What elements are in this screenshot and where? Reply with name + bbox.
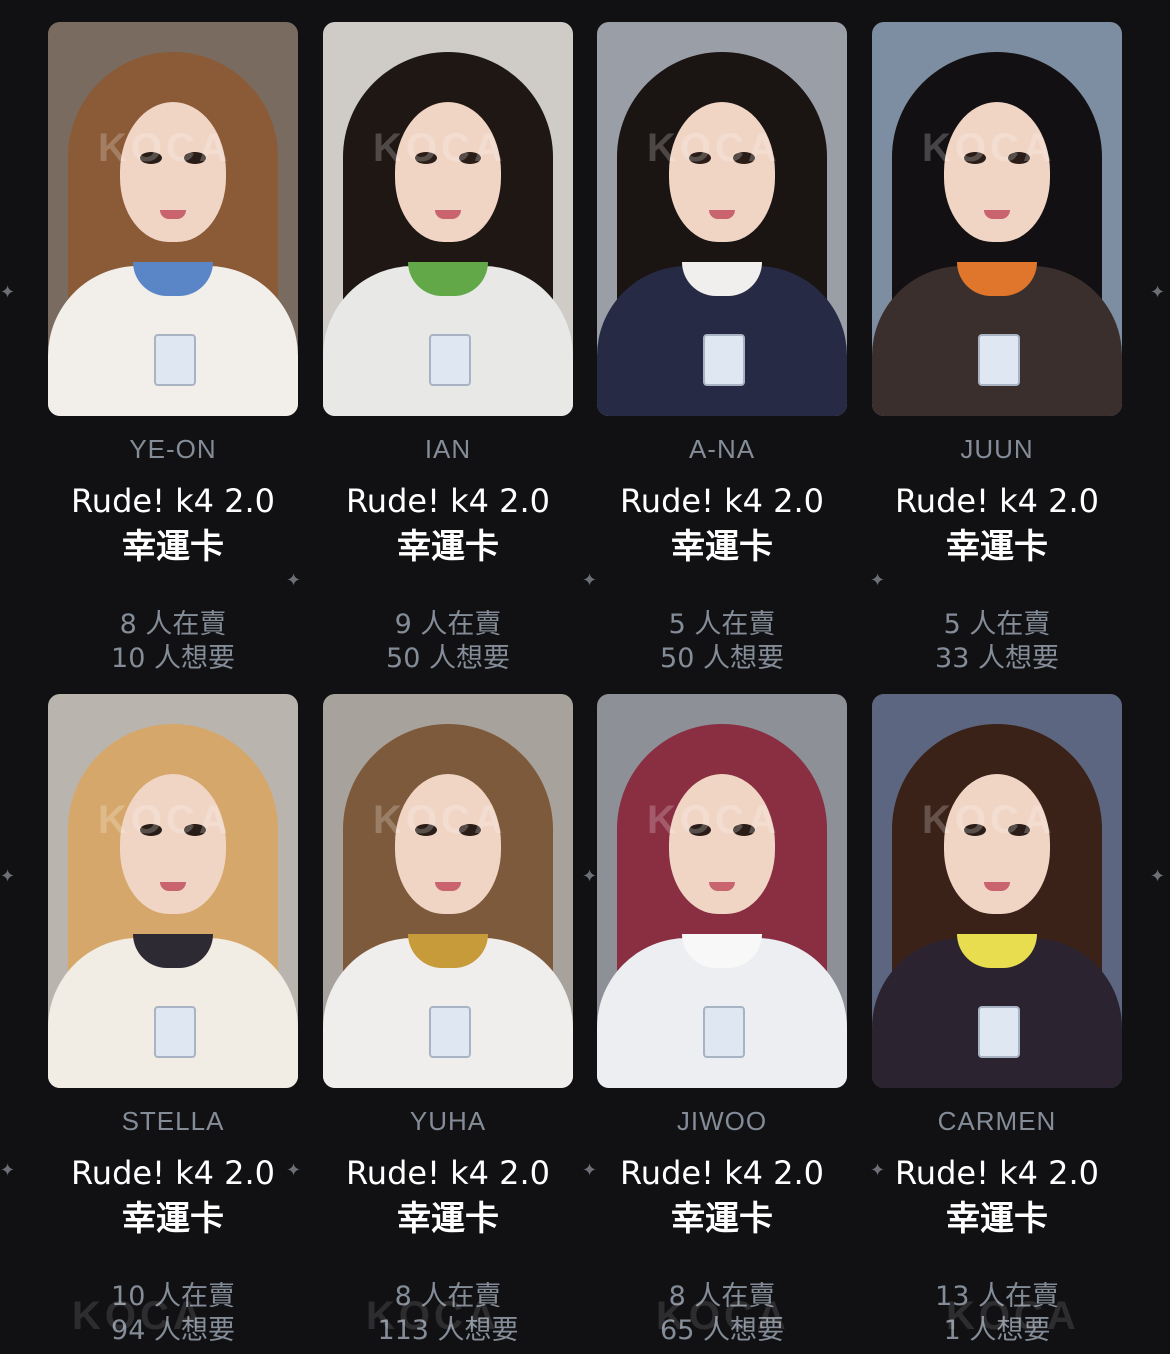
watermark-logo: KOCA <box>647 798 781 842</box>
member-name: CARMEN <box>937 1106 1057 1136</box>
photocard-image[interactable]: KOCA <box>48 22 298 416</box>
card-title[interactable]: Rude! k4 2.0 幸運卡 <box>303 478 593 570</box>
member-name: JUUN <box>960 434 1034 464</box>
watermark-logo: KOCA <box>373 798 507 842</box>
photocard-item[interactable]: KOCA YE-ON Rude! k4 2.0 幸運卡 8 人在賣 10 人想要 <box>48 22 298 682</box>
card-title-line2: 幸運卡 <box>946 527 1048 567</box>
card-title[interactable]: Rude! k4 2.0 幸運卡 <box>852 478 1142 570</box>
sparkle-icon: ✦ <box>582 866 598 887</box>
member-name: YUHA <box>409 1106 487 1136</box>
card-title-line2: 幸運卡 <box>122 1199 224 1239</box>
photocard-image[interactable]: KOCA <box>48 694 298 1088</box>
card-title-line2: 幸運卡 <box>671 527 773 567</box>
wanting-count: 50 人想要 <box>660 643 784 674</box>
sparkle-icon: ✦ <box>0 866 16 887</box>
photocard-image[interactable]: KOCA <box>872 22 1122 416</box>
id-badge <box>154 334 196 386</box>
card-title-line1: Rude! k4 2.0 <box>894 482 1100 520</box>
sparkle-icon: ✦ <box>582 1160 598 1181</box>
card-title-line1: Rude! k4 2.0 <box>619 482 825 520</box>
id-badge <box>703 334 745 386</box>
photocard-item[interactable]: KOCA CARMEN Rude! k4 2.0 幸運卡 13 人在賣 1 人想… <box>872 694 1122 1354</box>
card-title-line2: 幸運卡 <box>671 1199 773 1239</box>
photocard-item[interactable]: KOCA YUHA Rude! k4 2.0 幸運卡 8 人在賣 113 人想要 <box>323 694 573 1354</box>
watermark-logo: KOCA <box>72 1294 206 1338</box>
member-name: A-NA <box>688 434 756 464</box>
member-name: JIWOO <box>676 1106 768 1136</box>
photocard-item[interactable]: KOCA A-NA Rude! k4 2.0 幸運卡 5 人在賣 50 人想要 <box>597 22 847 682</box>
watermark-logo: KOCA <box>98 126 232 170</box>
photocard-grid: KOCA YE-ON Rude! k4 2.0 幸運卡 8 人在賣 10 人想要… <box>0 0 1170 1348</box>
card-title[interactable]: Rude! k4 2.0 幸運卡 <box>577 478 867 570</box>
card-title-line1: Rude! k4 2.0 <box>70 482 276 520</box>
sparkle-icon: ✦ <box>1150 282 1166 303</box>
photocard-item[interactable]: KOCA JUUN Rude! k4 2.0 幸運卡 5 人在賣 33 人想要 <box>872 22 1122 682</box>
id-badge <box>978 1006 1020 1058</box>
photocard-image[interactable]: KOCA <box>597 22 847 416</box>
photocard-item[interactable]: KOCA JIWOO Rude! k4 2.0 幸運卡 8 人在賣 65 人想要 <box>597 694 847 1354</box>
photocard-image[interactable]: KOCA <box>597 694 847 1088</box>
id-badge <box>703 1006 745 1058</box>
sparkle-icon: ✦ <box>0 282 16 303</box>
watermark-logo: KOCA <box>946 1294 1080 1338</box>
card-title-line1: Rude! k4 2.0 <box>894 1154 1100 1192</box>
id-badge <box>978 334 1020 386</box>
photocard-item[interactable]: KOCA STELLA Rude! k4 2.0 幸運卡 10 人在賣 94 人… <box>48 694 298 1354</box>
sparkle-icon: ✦ <box>286 1160 302 1181</box>
watermark-logo: KOCA <box>922 126 1056 170</box>
watermark-logo: KOCA <box>373 126 507 170</box>
watermark-logo: KOCA <box>647 126 781 170</box>
sparkle-icon: ✦ <box>870 570 886 591</box>
card-title-line1: Rude! k4 2.0 <box>70 1154 276 1192</box>
photocard-image[interactable]: KOCA <box>323 694 573 1088</box>
photocard-item[interactable]: KOCA IAN Rude! k4 2.0 幸運卡 9 人在賣 50 人想要 <box>323 22 573 682</box>
photocard-image[interactable]: KOCA <box>872 694 1122 1088</box>
card-title-line1: Rude! k4 2.0 <box>345 1154 551 1192</box>
card-title[interactable]: Rude! k4 2.0 幸運卡 <box>303 1150 593 1242</box>
id-badge <box>429 1006 471 1058</box>
card-title-line1: Rude! k4 2.0 <box>619 1154 825 1192</box>
watermark-logo: KOCA <box>922 798 1056 842</box>
member-name: YE-ON <box>129 434 217 464</box>
card-title-line2: 幸運卡 <box>397 1199 499 1239</box>
member-name: STELLA <box>121 1106 225 1136</box>
sparkle-icon: ✦ <box>286 570 302 591</box>
card-title[interactable]: Rude! k4 2.0 幸運卡 <box>28 1150 318 1242</box>
card-title[interactable]: Rude! k4 2.0 幸運卡 <box>28 478 318 570</box>
watermark-logo: KOCA <box>656 1294 790 1338</box>
card-title-line2: 幸運卡 <box>122 527 224 567</box>
sparkle-icon: ✦ <box>1150 866 1166 887</box>
card-title-line2: 幸運卡 <box>397 527 499 567</box>
card-title-line1: Rude! k4 2.0 <box>345 482 551 520</box>
card-title[interactable]: Rude! k4 2.0 幸運卡 <box>577 1150 867 1242</box>
sparkle-icon: ✦ <box>582 570 598 591</box>
watermark-logo: KOCA <box>98 798 232 842</box>
member-name: IAN <box>424 434 472 464</box>
card-title[interactable]: Rude! k4 2.0 幸運卡 <box>852 1150 1142 1242</box>
sparkle-icon: ✦ <box>870 1160 886 1181</box>
id-badge <box>154 1006 196 1058</box>
id-badge <box>429 334 471 386</box>
card-title-line2: 幸運卡 <box>946 1199 1048 1239</box>
wanting-count: 50 人想要 <box>386 643 510 674</box>
sparkle-icon: ✦ <box>0 1160 16 1181</box>
wanting-count: 33 人想要 <box>935 643 1059 674</box>
wanting-count: 10 人想要 <box>111 643 235 674</box>
photocard-image[interactable]: KOCA <box>323 22 573 416</box>
watermark-logo: KOCA <box>366 1294 500 1338</box>
